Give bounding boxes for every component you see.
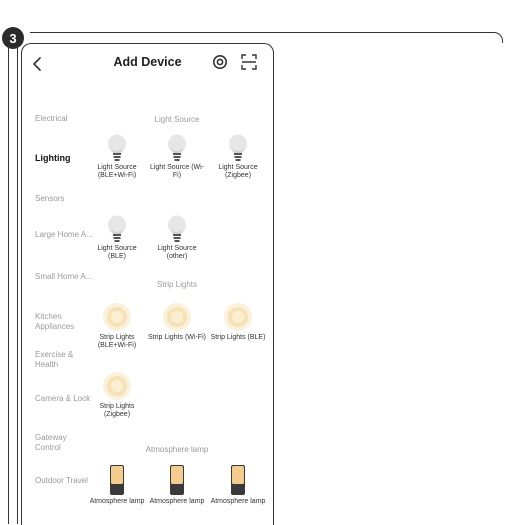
strip-light-icon xyxy=(103,372,131,400)
sidebar-item[interactable]: Large Home A... xyxy=(35,230,93,240)
sidebar-item[interactable]: Small Home A... xyxy=(35,272,93,282)
device-tile[interactable]: Strip Lights (Zigbee) xyxy=(88,371,146,419)
device-label: Light Source (other) xyxy=(157,245,197,260)
device-label: Atmosphere lamp xyxy=(89,498,145,505)
bulb-icon xyxy=(168,134,186,161)
atmosphere-lamp-icon xyxy=(170,465,184,495)
sidebar-item[interactable]: Exercise & Health xyxy=(35,350,93,370)
device-label: Strip Lights (BLE+Wi-Fi) xyxy=(97,334,137,349)
sidebar-item[interactable]: Lighting xyxy=(35,153,93,163)
step-badge: 3 xyxy=(2,27,24,49)
bulb-icon xyxy=(108,134,126,161)
atmosphere-lamp-icon xyxy=(231,465,245,495)
atmosphere-lamp-icon xyxy=(110,465,124,495)
section-title: Light Source xyxy=(154,115,200,124)
gear-icon[interactable] xyxy=(212,54,228,70)
page-title: Add Device xyxy=(113,55,182,69)
sidebar-item[interactable]: Kitchen Appliances xyxy=(35,312,93,332)
bulb-icon xyxy=(229,134,247,161)
strip-light-icon xyxy=(224,303,252,331)
device-label: Light Source (BLE) xyxy=(97,245,137,260)
bulb-icon xyxy=(108,215,126,242)
device-label: Strip Lights (Zigbee) xyxy=(99,403,135,418)
device-label: Atmosphere lamp xyxy=(149,498,205,505)
phone-screen: Add Device Electrical Lighting Sensors Larg… xyxy=(21,43,274,525)
device-tile[interactable]: Strip Lights (BLE+Wi-Fi) xyxy=(88,302,146,350)
sidebar-item[interactable]: Electrical xyxy=(35,114,93,124)
strip-light-icon xyxy=(103,303,131,331)
sidebar-item[interactable]: Camera & Lock xyxy=(35,394,93,404)
manual-frame-side xyxy=(8,48,18,524)
device-label: Light Source (Wi-Fi) xyxy=(149,164,205,179)
bulb-icon xyxy=(168,215,186,242)
app-header: Add Device xyxy=(22,44,273,84)
section-title: Strip Lights xyxy=(156,280,198,289)
device-tile[interactable]: Light Source (BLE) xyxy=(88,215,146,261)
device-tile[interactable]: Light Source (other) xyxy=(148,215,206,261)
device-tile[interactable]: Light Source (BLE+Wi-Fi) xyxy=(88,134,146,180)
device-tile[interactable]: Strip Lights (Wi-Fi) xyxy=(148,302,206,342)
device-tile[interactable]: Light Source (Wi-Fi) xyxy=(148,134,206,180)
device-label: Strip Lights (Wi-Fi) xyxy=(148,334,206,341)
sidebar-item[interactable]: Outdoor Travel xyxy=(35,476,93,486)
device-tile[interactable]: Atmosphere lamp xyxy=(148,464,206,506)
device-tile[interactable]: Atmosphere lamp xyxy=(88,464,146,506)
device-tile[interactable]: Light Source (Zigbee) xyxy=(209,134,267,180)
section-title: Atmosphere lamp xyxy=(145,445,209,454)
device-label: Light Source (BLE+Wi-Fi) xyxy=(97,164,137,179)
device-tile[interactable]: Strip Lights (BLE) xyxy=(209,302,267,342)
strip-light-icon xyxy=(163,303,191,331)
device-tile[interactable]: Atmosphere lamp xyxy=(209,464,267,506)
device-label: Atmosphere lamp xyxy=(210,498,266,505)
scan-icon[interactable] xyxy=(241,54,257,70)
manual-frame-top xyxy=(30,32,503,43)
device-label: Strip Lights (BLE) xyxy=(210,334,266,341)
sidebar-item[interactable]: Sensors xyxy=(35,194,93,204)
device-label: Light Source (Zigbee) xyxy=(218,164,258,179)
sidebar-item[interactable]: Gateway Control xyxy=(35,433,93,453)
